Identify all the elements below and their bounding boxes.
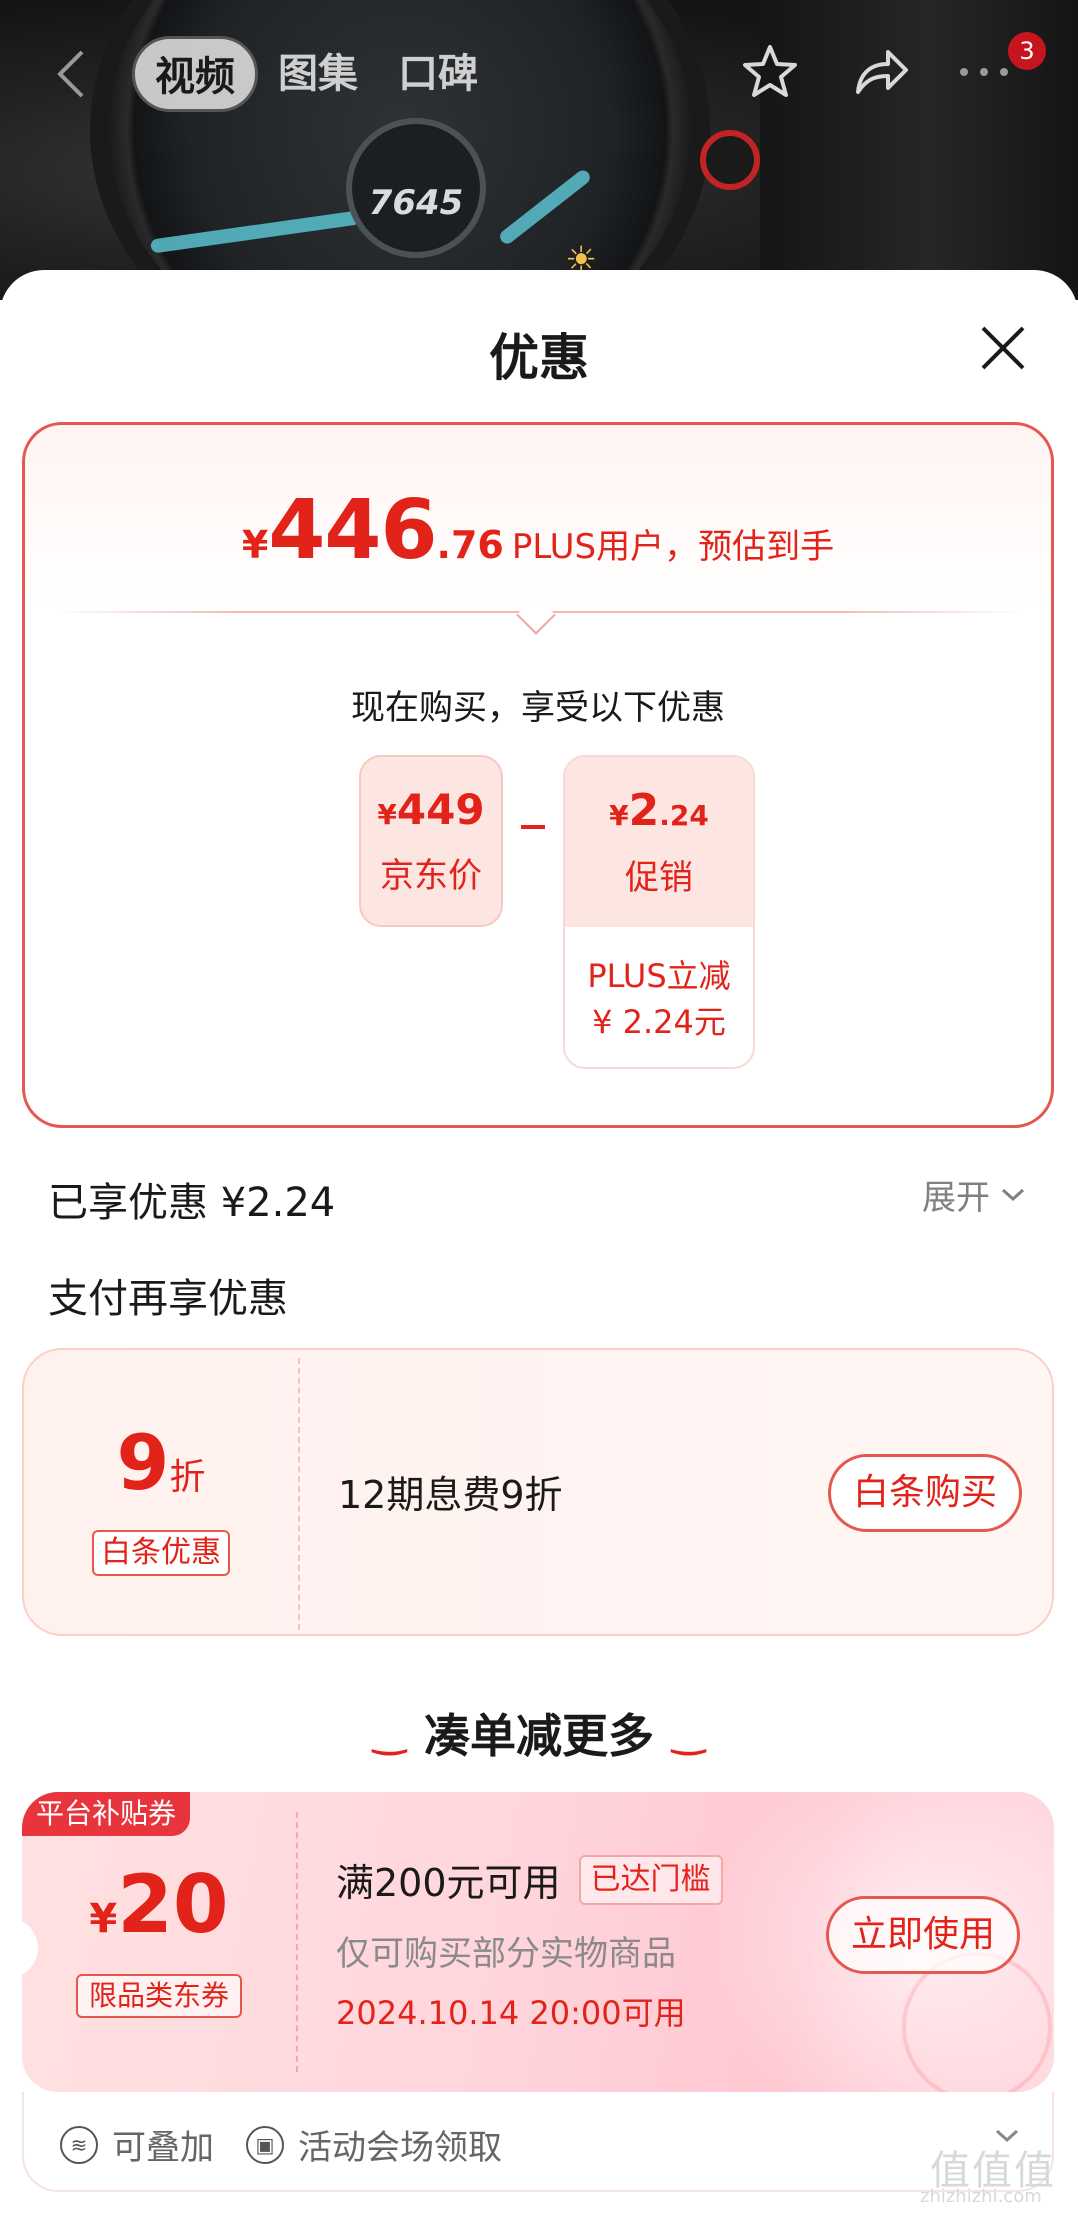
price-integer: 446: [268, 483, 437, 578]
dashed-divider: [298, 1358, 300, 1630]
price-breakdown-subtitle: 现在购买，享受以下优惠: [351, 688, 725, 728]
expand-button[interactable]: 展开: [922, 1170, 1026, 1219]
sheet-title: 优惠: [489, 329, 589, 387]
cart-badge: 3: [1008, 32, 1046, 70]
coupon-scope: 仅可购买部分实物商品: [336, 1934, 676, 1974]
promotion-sheet: 优惠 ¥446.76 PLUS用户，预估到手 现在购买，享受以下优惠 ¥449 京…: [0, 270, 1078, 2215]
stackable-label: 可叠加: [112, 2128, 214, 2168]
tab-reviews[interactable]: 口碑: [378, 36, 498, 112]
payment-discount-title: 支付再享优惠: [48, 1276, 288, 1322]
coupon-valid-time: 2024.10.14 20:00可用: [336, 1994, 686, 2032]
divider-notch: [516, 595, 556, 635]
smile-icon: ‿: [372, 1710, 406, 1756]
more-icon[interactable]: [952, 40, 1016, 104]
price-decimal: .76: [436, 523, 504, 567]
jd-price-amount: ¥449: [377, 785, 485, 834]
coupon-source-label: 活动会场领取: [298, 2128, 502, 2168]
jd-price-label: 京东价: [380, 856, 482, 896]
coupon-type-tag: 限品类东券: [76, 1974, 242, 2018]
more-savings-title: 凑单减更多: [424, 1709, 654, 1763]
share-icon[interactable]: [848, 40, 912, 104]
promotion-box: ¥2.24 促销 PLUS立减 ¥ 2.24元: [563, 755, 755, 1069]
watermark-url: zhizhizhi.com: [920, 2186, 1042, 2207]
promotion-detail-line1: PLUS立减: [587, 957, 731, 995]
use-coupon-button[interactable]: 立即使用: [826, 1896, 1020, 1974]
tab-gallery[interactable]: 图集: [258, 36, 378, 112]
chevron-down-icon: [1001, 1188, 1025, 1201]
baitiao-description: 12期息费9折: [338, 1473, 563, 1517]
promotion-detail-line2: ¥ 2.24元: [592, 1003, 726, 1041]
coupon-source-info: ▣ 活动会场领取: [246, 2120, 502, 2169]
baitiao-offer-card: 9折 白条优惠 12期息费9折 白条购买: [22, 1348, 1054, 1636]
coupon-footer: ≋ 可叠加 ▣ 活动会场领取: [22, 2092, 1054, 2192]
baitiao-discount-rate: 9折: [116, 1418, 206, 1507]
smile-icon: ‿: [672, 1710, 706, 1756]
promotion-label: 促销: [625, 858, 693, 898]
coupon-amount: ¥20: [89, 1858, 229, 1951]
enjoyed-discount-text: 已享优惠 ¥2.24: [48, 1180, 336, 1226]
step-count-text: 7645: [368, 183, 464, 223]
price-label: PLUS用户，预估到手: [511, 527, 835, 567]
watch-crown-image: [700, 130, 760, 190]
coupon-ribbon: 平台补贴券: [22, 1792, 191, 1836]
watch-step-subdial: 7645: [346, 118, 486, 258]
ticket-icon: ▣: [246, 2125, 284, 2164]
threshold-reached-tag: 已达门槛: [578, 1854, 723, 1905]
coupon-card: 平台补贴券 ¥20 限品类东券 满200元可用 已达门槛 仅可购买部分实物商品 …: [22, 1792, 1054, 2092]
tab-video[interactable]: 视频: [132, 36, 258, 112]
baitiao-tag: 白条优惠: [92, 1530, 230, 1576]
close-icon[interactable]: [975, 320, 1031, 376]
star-icon[interactable]: [738, 40, 802, 104]
minus-sign: [521, 825, 545, 829]
promotion-amount: ¥2.24: [609, 785, 709, 836]
jd-price-box: ¥449 京东价: [359, 755, 503, 927]
currency-symbol: ¥: [241, 523, 269, 567]
coupon-condition: 满200元可用 已达门槛: [336, 1852, 723, 1907]
stack-icon: ≋: [60, 2125, 98, 2164]
expand-label: 展开: [922, 1178, 990, 1218]
stackable-info: ≋ 可叠加: [60, 2120, 214, 2169]
coupon-condition-text: 满200元可用: [336, 1861, 561, 1905]
dashed-divider: [296, 1812, 298, 2072]
price-summary-card: ¥446.76 PLUS用户，预估到手 现在购买，享受以下优惠 ¥449 京东价 …: [22, 422, 1054, 1128]
back-arrow-icon[interactable]: [52, 48, 96, 100]
media-tabs: 视频 图集 口碑: [132, 34, 498, 114]
baitiao-buy-button[interactable]: 白条购买: [828, 1454, 1022, 1532]
more-savings-header: ‿ 凑单减更多 ‿: [0, 1700, 1078, 1766]
estimated-price: ¥446.76 PLUS用户，预估到手: [25, 483, 1051, 578]
